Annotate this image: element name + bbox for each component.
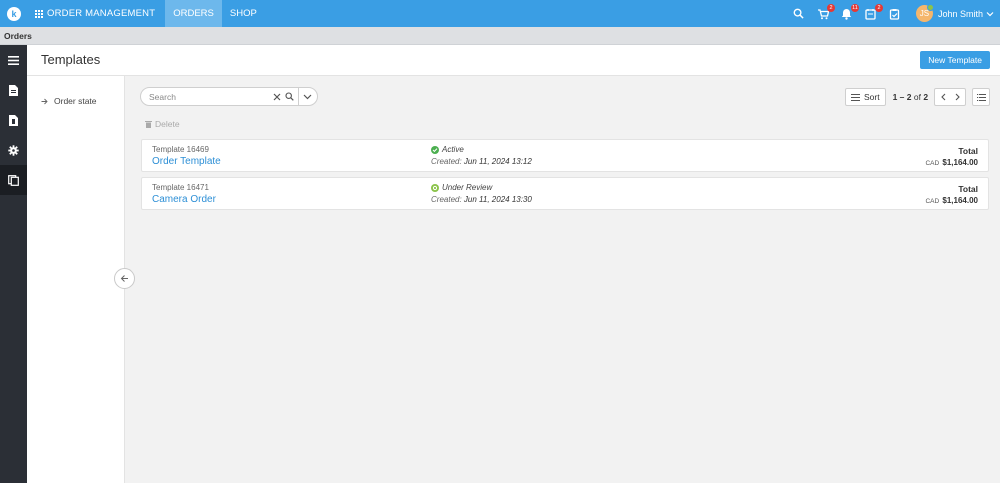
created-label: Created: [431,195,462,204]
trash-icon [145,121,152,128]
gear-icon [8,144,19,156]
currency: CAD [925,160,940,167]
chevron-down-icon[interactable] [986,11,994,17]
file-icon [9,114,18,126]
status-badge: Under Review [431,183,492,192]
bell-icon[interactable]: 11 [840,3,859,21]
sort-icon [851,93,860,101]
review-circle-icon [431,183,439,192]
template-id: Template 16471 [152,183,209,192]
status-text: Active [442,145,464,154]
sort-button[interactable]: Sort [845,88,886,106]
section-title: Orders [4,31,32,41]
search-icon[interactable] [792,7,806,21]
status-badge: Active [431,145,464,154]
list-icon [976,93,986,101]
created-value: Jun 11, 2024 13:30 [463,195,532,204]
tasks-icon[interactable]: 2 [864,3,883,21]
user-name[interactable]: John Smith [938,9,983,19]
created-label: Created: [431,157,462,166]
arrow-right-icon [41,98,48,104]
page-header: Templates New Template [27,45,1000,76]
tab-orders[interactable]: ORDERS [165,0,222,27]
app-logo[interactable]: k [7,6,21,21]
search-box [140,87,318,106]
chevron-left-icon[interactable] [935,89,950,105]
created-date: Created: Jun 11, 2024 13:30 [431,195,532,204]
tasks-badge: 2 [874,3,883,12]
template-id: Template 16469 [152,145,209,154]
table-row[interactable]: Template 16469 Order Template Active Cre… [141,139,989,172]
sidebar-item-templates[interactable] [0,165,27,195]
sidebar-item-orders[interactable] [0,75,27,105]
search-icon[interactable] [284,91,295,102]
top-navigation-bar: k ORDER MANAGEMENT ORDERS SHOP 2 11 2 JS… [0,0,1000,27]
total-label: Total [958,184,978,194]
hamburger-menu-icon [8,55,19,65]
section-bar: Orders [0,27,1000,45]
list-view-button[interactable] [972,88,990,106]
search-input[interactable] [149,91,269,102]
search-divider [298,87,299,106]
chevron-down-icon[interactable] [302,91,313,102]
cart-badge: 2 [826,3,835,12]
sidebar-item-menu[interactable] [0,45,27,75]
status-text: Under Review [442,183,493,192]
apps-grid-icon [35,9,43,18]
cart-icon[interactable]: 2 [816,3,835,21]
delete-button[interactable]: Delete [145,119,180,129]
templates-icon [8,174,19,186]
chevron-right-icon[interactable] [950,89,965,105]
total-amount: CAD $1,164.00 [925,196,978,205]
sidebar-item-invoices[interactable] [0,105,27,135]
page-total: 2 [923,92,929,102]
sidebar-item-settings[interactable] [0,135,27,165]
sort-label: Sort [864,92,880,102]
amount: $1,164.00 [942,158,978,167]
created-value: Jun 11, 2024 13:12 [463,157,532,166]
filter-item-order-state[interactable]: Order state [41,96,97,106]
tab-shop[interactable]: SHOP [222,0,265,27]
clear-icon[interactable] [271,91,282,102]
arrow-left-icon [120,275,128,282]
filter-panel: Order state [27,76,125,483]
page-of: of [911,92,924,102]
template-name-link[interactable]: Order Template [152,156,221,167]
page-title: Templates [41,52,101,67]
total-label: Total [958,146,978,156]
filter-item-label: Order state [54,96,97,106]
template-name-link[interactable]: Camera Order [152,194,216,205]
pagination-info: 1 – 2 of 2 [893,92,928,102]
check-circle-icon [431,145,439,154]
pager-buttons [934,88,967,106]
collapse-panel-button[interactable] [114,268,135,289]
page-range: 1 – 2 [892,92,912,102]
sort-pager-group: Sort 1 – 2 of 2 [845,88,967,106]
delete-label: Delete [155,119,180,129]
sidebar [0,45,27,483]
table-row[interactable]: Template 16471 Camera Order Under Review… [141,177,989,210]
created-date: Created: Jun 11, 2024 13:12 [431,157,532,166]
notifications-badge: 11 [850,3,859,12]
document-icon [9,84,18,96]
checklist-icon[interactable] [888,7,902,21]
avatar[interactable]: JS [915,4,934,22]
app-name: ORDER MANAGEMENT [47,8,156,19]
app-switcher[interactable]: ORDER MANAGEMENT [35,0,155,27]
new-template-button[interactable]: New Template [920,51,990,69]
currency: CAD [925,198,940,205]
amount: $1,164.00 [942,196,978,205]
total-amount: CAD $1,164.00 [925,158,978,167]
